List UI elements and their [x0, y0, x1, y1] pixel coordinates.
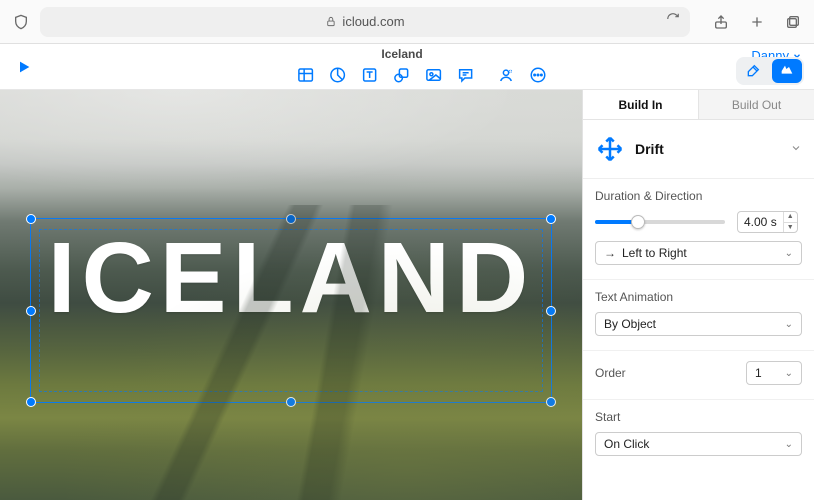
tab-build-out[interactable]: Build Out [699, 90, 814, 119]
media-tool-icon[interactable] [425, 66, 443, 84]
app-toolbar: Iceland Danny [0, 44, 814, 90]
table-tool-icon[interactable] [297, 66, 315, 84]
url-text: icloud.com [342, 14, 404, 29]
animate-button[interactable] [772, 59, 802, 83]
resize-handle-tl[interactable] [26, 214, 36, 224]
resize-handle-tm[interactable] [286, 214, 296, 224]
resize-handle-bl[interactable] [26, 397, 36, 407]
duration-slider[interactable] [595, 220, 725, 224]
stepper-up-icon[interactable]: ▲ [784, 212, 797, 223]
resize-handle-tr[interactable] [546, 214, 556, 224]
text-tool-icon[interactable] [361, 66, 379, 84]
browser-toolbar: icloud.com [0, 0, 814, 44]
duration-value-input[interactable]: 4.00 s ▲ ▼ [737, 211, 798, 233]
duration-section-title: Duration & Direction [595, 189, 802, 203]
slider-thumb[interactable] [631, 215, 645, 229]
chart-tool-icon[interactable] [329, 66, 347, 84]
lock-icon [325, 16, 336, 27]
chevron-updown-icon: ⌄ [785, 248, 793, 259]
start-section-title: Start [595, 410, 802, 424]
tab-build-in[interactable]: Build In [583, 90, 699, 119]
share-icon[interactable] [710, 11, 732, 33]
start-select[interactable]: On Click ⌄ [595, 432, 802, 456]
document-title: Iceland [381, 47, 422, 61]
privacy-shield-icon[interactable] [10, 11, 32, 33]
new-tab-icon[interactable] [746, 11, 768, 33]
text-selection-box[interactable]: ICELAND [30, 218, 552, 403]
resize-handle-ml[interactable] [26, 306, 36, 316]
address-bar[interactable]: icloud.com [40, 7, 690, 37]
slide-title-text[interactable]: ICELAND [31, 221, 551, 336]
chevron-down-icon [790, 142, 802, 157]
more-icon[interactable] [529, 66, 547, 84]
chevron-updown-icon: ⌄ [785, 368, 793, 379]
effect-name: Drift [635, 141, 780, 157]
order-value: 1 [755, 366, 779, 380]
resize-handle-mr[interactable] [546, 306, 556, 316]
collaborate-icon[interactable] [497, 66, 515, 84]
comment-tool-icon[interactable] [457, 66, 475, 84]
effect-selector[interactable]: Drift [583, 120, 814, 179]
chevron-updown-icon: ⌄ [785, 319, 793, 330]
resize-handle-br[interactable] [546, 397, 556, 407]
format-brush-button[interactable] [738, 59, 768, 83]
text-animation-value: By Object [604, 317, 779, 331]
order-select[interactable]: 1 ⌄ [746, 361, 802, 385]
text-animation-select[interactable]: By Object ⌄ [595, 312, 802, 336]
duration-value: 4.00 s [738, 215, 783, 229]
refresh-icon[interactable] [666, 12, 680, 31]
inspector-panel: Build In Build Out Drift Duration & Dire… [582, 90, 814, 500]
tabs-icon[interactable] [782, 11, 804, 33]
direction-select[interactable]: → Left to Right ⌄ [595, 241, 802, 265]
chevron-updown-icon: ⌄ [785, 439, 793, 450]
stepper-down-icon[interactable]: ▼ [784, 223, 797, 233]
shape-tool-icon[interactable] [393, 66, 411, 84]
order-section-title: Order [595, 366, 626, 380]
text-animation-section-title: Text Animation [595, 290, 802, 304]
slide-canvas[interactable]: ICELAND [0, 90, 582, 500]
direction-value: Left to Right [622, 246, 779, 260]
start-value: On Click [604, 437, 779, 451]
arrow-right-icon: → [604, 246, 616, 260]
drift-effect-icon [595, 134, 625, 164]
resize-handle-bm[interactable] [286, 397, 296, 407]
play-button[interactable] [16, 59, 32, 75]
